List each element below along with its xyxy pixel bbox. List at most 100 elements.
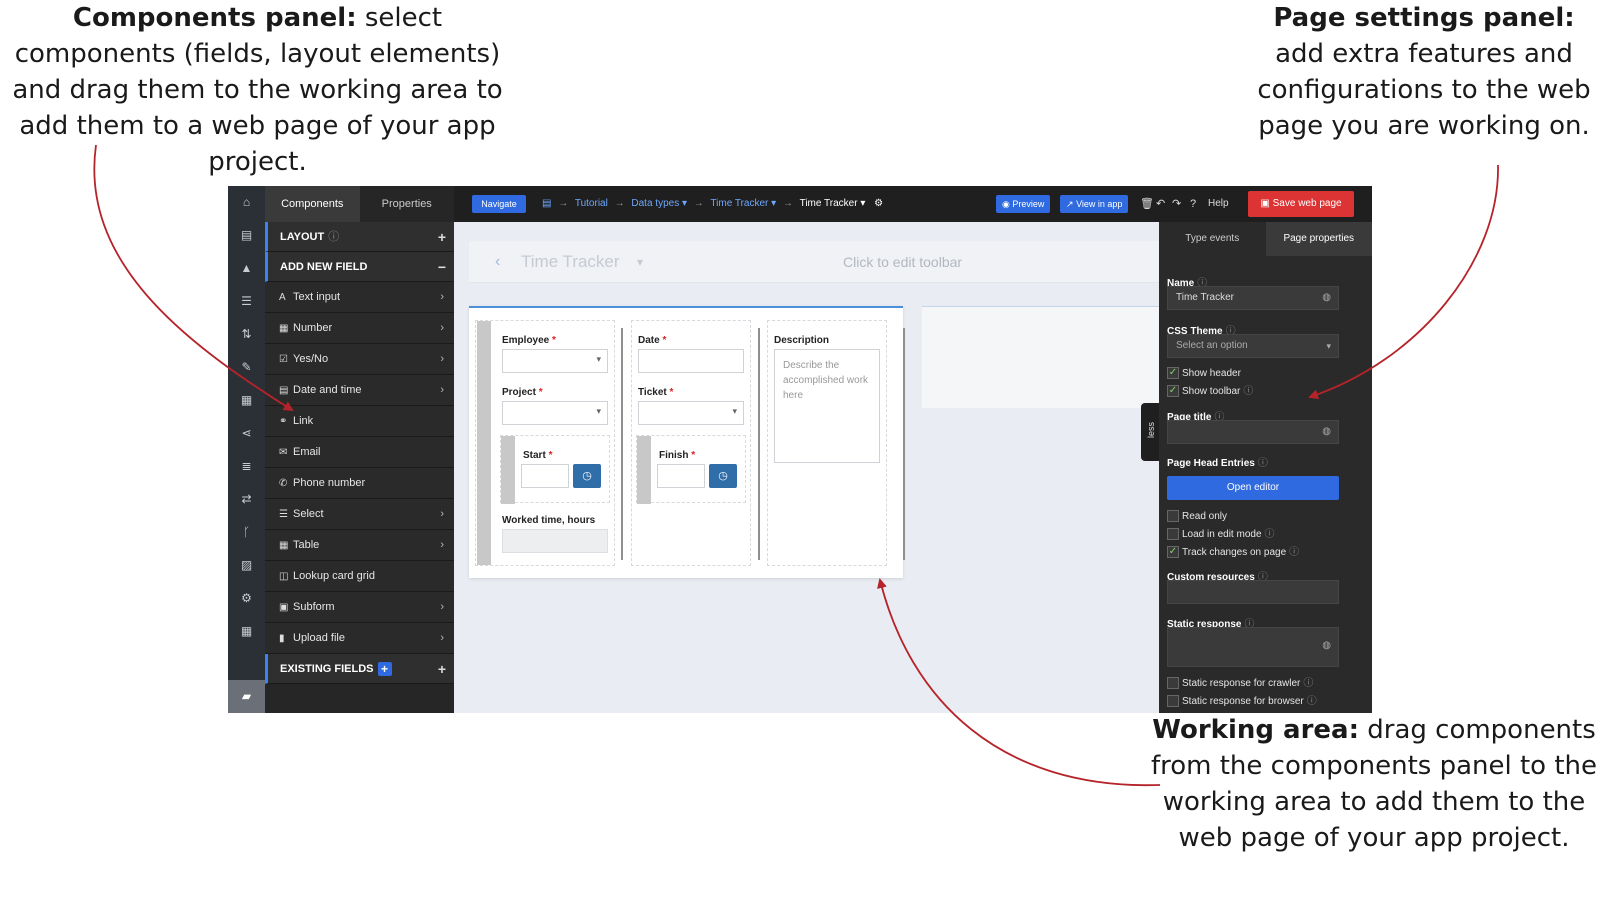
drag-handle[interactable] (477, 321, 491, 565)
caret-down-icon[interactable]: ▾ (679, 198, 687, 209)
column-resizer[interactable] (758, 328, 760, 560)
gear-icon[interactable]: ⚙ (874, 198, 883, 209)
static-browser-checkbox[interactable]: Static response for browser ⓘ (1167, 695, 1317, 709)
column-resizer[interactable] (903, 328, 905, 560)
page-title-input[interactable]: ◍ (1167, 420, 1339, 444)
component-upload-file[interactable]: ▮ Upload file › (265, 623, 454, 654)
help-circle-icon[interactable]: ? (1190, 186, 1196, 222)
drag-handle[interactable] (501, 436, 515, 504)
component-subform[interactable]: ▣ Subform › (265, 592, 454, 623)
project-select[interactable] (502, 401, 608, 425)
plus-square-icon[interactable]: + (377, 662, 392, 677)
branch-icon[interactable]: ᚴ (228, 516, 265, 549)
component-table[interactable]: ▦ Table › (265, 530, 454, 561)
show-header-checkbox[interactable]: ✓ Show header (1167, 367, 1241, 381)
plus-icon[interactable]: + (438, 654, 446, 684)
form-column[interactable]: Employee * Project * Start * ◷ Worked ti… (475, 320, 615, 566)
view-in-app-button[interactable]: ↗ View in app (1060, 195, 1129, 213)
clock-icon[interactable]: ◷ (573, 464, 601, 488)
save-web-page-button[interactable]: ▣ Save web page (1248, 191, 1354, 217)
book-icon[interactable]: ▰ (228, 680, 265, 713)
tab-components[interactable]: Components (265, 186, 360, 222)
breadcrumb-item[interactable]: Data types (631, 198, 679, 209)
image-icon[interactable]: ▨ (228, 549, 265, 582)
share-icon[interactable]: ⋖ (228, 417, 265, 450)
tab-properties[interactable]: Properties (360, 186, 455, 222)
form-column[interactable]: Description Describe the accomplished wo… (767, 320, 887, 566)
pencil-icon[interactable]: ✎ (228, 351, 265, 384)
breadcrumb-current[interactable]: Time Tracker (800, 198, 858, 209)
show-toolbar-checkbox[interactable]: ✓ Show toolbar ⓘ (1167, 385, 1253, 399)
form-column[interactable]: Date * Ticket * Finish * ◷ (631, 320, 751, 566)
start-subcontainer[interactable]: Start * ◷ (500, 435, 610, 504)
inbox-icon[interactable]: ▦ (228, 384, 265, 417)
date-input[interactable] (638, 349, 744, 373)
redo-icon[interactable]: ↷ (1172, 186, 1181, 222)
finish-subcontainer[interactable]: Finish * ◷ (636, 435, 746, 504)
tab-type-events[interactable]: Type events (1159, 222, 1266, 256)
component-lookup-card-grid[interactable]: ◫ Lookup card grid (265, 561, 454, 592)
navigate-button[interactable]: Navigate (472, 195, 526, 213)
less-toggle[interactable]: less (1141, 403, 1161, 461)
exchange-icon[interactable]: ⇄ (228, 483, 265, 516)
component-number[interactable]: ▦ Number › (265, 313, 454, 344)
breadcrumb-item[interactable]: Time Tracker (710, 198, 768, 209)
custom-resources-input[interactable] (1167, 580, 1339, 604)
track-changes-checkbox[interactable]: ✓ Track changes on page ⓘ (1167, 546, 1299, 560)
form-layout[interactable]: Employee * Project * Start * ◷ Worked ti… (469, 306, 905, 578)
component-yes-no[interactable]: ☑ Yes/No › (265, 344, 454, 375)
home-icon[interactable]: ⌂ (228, 186, 265, 219)
undo-icon[interactable]: ↶ (1156, 186, 1165, 222)
plus-icon[interactable]: + (438, 222, 446, 252)
component-phone-number[interactable]: ✆ Phone number (265, 468, 454, 499)
database-icon[interactable]: ▤ (228, 219, 265, 252)
chevron-left-icon[interactable]: ‹ (495, 241, 500, 283)
load-edit-mode-checkbox[interactable]: Load in edit mode ⓘ (1167, 528, 1275, 542)
checkmark-icon[interactable]: ✓ (1167, 385, 1179, 398)
menu-icon[interactable]: ☰ (228, 285, 265, 318)
start-time-input[interactable] (521, 464, 569, 488)
page-toolbar[interactable]: ‹ Time Tracker ▾ Click to edit toolbar (469, 241, 1179, 283)
open-editor-button[interactable]: Open editor (1167, 476, 1339, 500)
css-theme-select[interactable]: Select an option ▾ (1167, 334, 1339, 358)
component-email[interactable]: ✉ Email (265, 437, 454, 468)
trash-icon[interactable]: 🗑 (1140, 186, 1154, 222)
component-text-input[interactable]: A Text input › (265, 282, 454, 313)
toolbar-edit-hint[interactable]: Click to edit toolbar (843, 241, 962, 283)
tab-page-properties[interactable]: Page properties (1265, 222, 1372, 256)
existing-fields-header[interactable]: EXISTING FIELDS + + (265, 654, 454, 684)
checkmark-icon[interactable]: ✓ (1167, 546, 1179, 559)
description-textarea[interactable]: Describe the accomplished work here (774, 349, 880, 463)
component-link[interactable]: ⚭ Link (265, 406, 454, 437)
preview-button[interactable]: ◉ Preview (996, 195, 1051, 213)
sort-icon[interactable]: ⇅ (228, 318, 265, 351)
ticket-select[interactable] (638, 401, 744, 425)
grid-icon[interactable]: ▦ (228, 615, 265, 648)
static-response-input[interactable]: ◍ (1167, 627, 1339, 667)
clock-icon[interactable]: ◷ (709, 464, 737, 488)
globe-icon[interactable]: ◍ (1322, 640, 1331, 651)
list-icon[interactable]: ≣ (228, 450, 265, 483)
add-new-field-header[interactable]: ADD NEW FIELD − (265, 252, 454, 282)
finish-time-input[interactable] (657, 464, 705, 488)
caret-down-icon[interactable]: ▾ (858, 198, 865, 209)
checkmark-icon[interactable]: ✓ (1167, 367, 1179, 380)
lock-icon[interactable]: ▲ (228, 252, 265, 285)
empty-drop-zone[interactable] (922, 306, 1179, 408)
drag-handle[interactable] (637, 436, 651, 504)
breadcrumb-item[interactable]: Tutorial (575, 198, 608, 209)
help-link[interactable]: Help (1208, 186, 1229, 222)
static-crawler-checkbox[interactable]: Static response for crawler ⓘ (1167, 677, 1313, 691)
employee-select[interactable] (502, 349, 608, 373)
globe-icon[interactable]: ◍ (1322, 287, 1331, 309)
read-only-checkbox[interactable]: Read only (1167, 510, 1227, 524)
globe-icon[interactable]: ◍ (1322, 421, 1331, 443)
gear-icon[interactable]: ⚙ (228, 582, 265, 615)
column-resizer[interactable] (621, 328, 623, 560)
component-select[interactable]: ☰ Select › (265, 499, 454, 530)
name-input[interactable]: Time Tracker ◍ (1167, 286, 1339, 310)
caret-down-icon[interactable]: ▾ (637, 241, 643, 283)
layout-section-header[interactable]: LAYOUT ⓘ + (265, 222, 454, 252)
minus-icon[interactable]: − (438, 252, 446, 282)
caret-down-icon[interactable]: ▾ (768, 198, 776, 209)
